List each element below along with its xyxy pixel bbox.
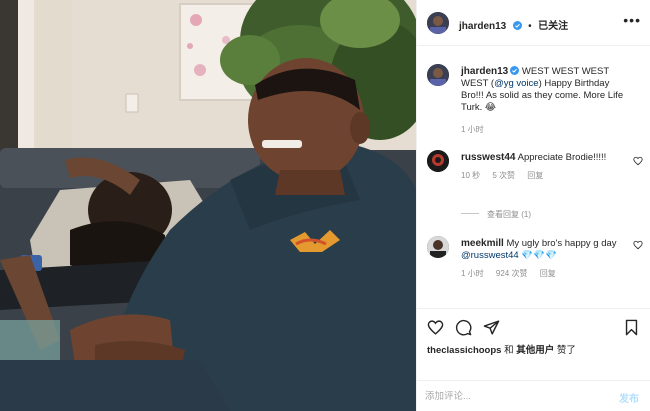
view-replies-button[interactable]: 查看回复 (1) (461, 209, 531, 220)
comment-content-end: 💎💎💎 (518, 250, 557, 261)
post-sidebar: jharden13 • 已关注 ••• jharden13 WEST WEST … (416, 0, 650, 411)
heart-icon[interactable] (633, 156, 643, 166)
add-comment-bar: 发布 (417, 380, 650, 411)
comment-avatar[interactable] (427, 150, 449, 172)
comment-body: meekmill My ugly bro's happy g day @russ… (461, 238, 633, 280)
comment-mention[interactable]: @russwest44 (461, 250, 519, 261)
comment-avatar[interactable] (427, 236, 449, 258)
comment-username[interactable]: russwest44 (461, 152, 515, 163)
comment-text: russwest44 Appreciate Brodie!!!!! (461, 152, 633, 164)
separator-dot: • (528, 21, 532, 32)
comment-body: russwest44 Appreciate Brodie!!!!! 10 秒 5… (461, 152, 633, 182)
more-horizontal-icon[interactable]: ••• (623, 13, 641, 27)
liked-by-others[interactable]: 其他用户 (516, 345, 554, 356)
share-icon[interactable] (483, 319, 500, 336)
likes-conj: 和 (501, 345, 517, 356)
heart-icon[interactable] (633, 240, 643, 250)
caption-time: 1 小时 (461, 125, 484, 134)
comment-icon[interactable] (455, 319, 472, 336)
caption-text: jharden13 WEST WEST WEST WEST (@yg voice… (461, 66, 633, 114)
caption-body: jharden13 WEST WEST WEST WEST (@yg voice… (461, 66, 633, 136)
comment-time: 10 秒 (461, 171, 481, 180)
post-photo[interactable] (0, 0, 416, 411)
post-photo-image (0, 0, 416, 411)
bookmark-icon[interactable] (623, 319, 640, 336)
liked-by-user[interactable]: theclassichoops (427, 345, 501, 356)
heart-icon[interactable] (427, 319, 444, 336)
reply-button[interactable]: 回复 (540, 269, 556, 278)
comment-content-start: My ugly bro's happy g day (506, 238, 617, 249)
comment-time: 1 小时 (461, 269, 484, 278)
view-replies-label: 查看回复 (1) (487, 210, 531, 219)
reply-button[interactable]: 回复 (527, 171, 543, 180)
verified-badge-icon (512, 21, 522, 30)
follow-status-button[interactable]: 已关注 (538, 21, 568, 32)
comment-username[interactable]: meekmill (461, 238, 504, 249)
comment-input[interactable] (425, 388, 605, 404)
caption-mention[interactable]: @yg voice (494, 78, 539, 89)
author-username[interactable]: jharden13 (459, 21, 506, 32)
caption-avatar[interactable] (427, 64, 449, 86)
post-header: jharden13 • 已关注 ••• (417, 0, 650, 46)
caption-meta: 1 小时 (461, 124, 633, 136)
likes-summary: theclassichoops 和 其他用户 赞了 (427, 342, 576, 356)
comment-meta: 10 秒 5 次赞 回复 (461, 170, 633, 182)
verified-badge-icon (510, 66, 520, 75)
likes-suffix: 赞了 (554, 345, 576, 356)
comment-likes[interactable]: 5 次赞 (492, 171, 515, 180)
comment-content: Appreciate Brodie!!!!! (517, 152, 607, 163)
author-avatar[interactable] (427, 12, 449, 34)
caption-username[interactable]: jharden13 (461, 66, 508, 77)
post-comment-button[interactable]: 发布 (619, 390, 639, 405)
comment-meta: 1 小时 924 次赞 回复 (461, 268, 633, 280)
comment-text: meekmill My ugly bro's happy g day @russ… (461, 238, 633, 262)
header-user-line: jharden13 • 已关注 (459, 16, 568, 34)
view-replies-line (461, 213, 479, 214)
comment-likes[interactable]: 924 次赞 (496, 269, 528, 278)
action-bar (417, 308, 650, 346)
